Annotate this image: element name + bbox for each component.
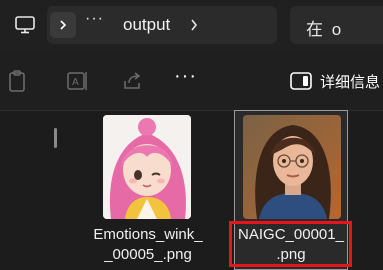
cartoon-girl-thumbnail-image [103, 115, 191, 219]
file-thumbnail [103, 115, 191, 219]
file-name-line-2: _00005_.png [104, 246, 192, 263]
breadcrumb-chevron[interactable] [189, 15, 199, 40]
command-bar: A ··· 详细信息 [0, 52, 383, 111]
svg-text:A: A [72, 77, 79, 88]
this-pc-button[interactable] [6, 6, 44, 44]
address-row: ··· output 在 o [0, 0, 383, 52]
share-icon [124, 72, 141, 89]
portrait-photo-thumbnail-image [243, 115, 341, 219]
file-thumbnail [243, 115, 341, 219]
hidden-crumbs-button[interactable]: ··· [85, 10, 104, 28]
rename-icon: A [67, 72, 87, 90]
search-placeholder: 在 o [306, 20, 344, 39]
monitor-icon [15, 16, 35, 34]
details-pane-button[interactable]: 详细信息 [290, 68, 380, 94]
details-pane-icon [290, 72, 312, 90]
breadcrumb-output[interactable]: output [123, 15, 170, 35]
address-bar[interactable]: ··· output [47, 6, 277, 44]
rename-button[interactable]: A [66, 69, 90, 93]
chevron-right-icon [191, 19, 198, 31]
details-label: 详细信息 [320, 73, 381, 91]
nav-scrollbar[interactable] [54, 128, 57, 148]
expand-path-button[interactable] [50, 12, 76, 38]
share-button[interactable] [121, 69, 145, 93]
more-options-button[interactable]: ··· [174, 65, 197, 88]
clipboard-icon [9, 70, 25, 92]
search-box[interactable]: 在 o [290, 6, 383, 44]
highlight-annotation-box [229, 221, 352, 267]
paste-button[interactable] [7, 69, 31, 93]
file-name-line-1: Emotions_wink_ [93, 226, 203, 243]
navigation-pane[interactable] [0, 111, 62, 270]
chevron-right-icon [60, 20, 67, 30]
